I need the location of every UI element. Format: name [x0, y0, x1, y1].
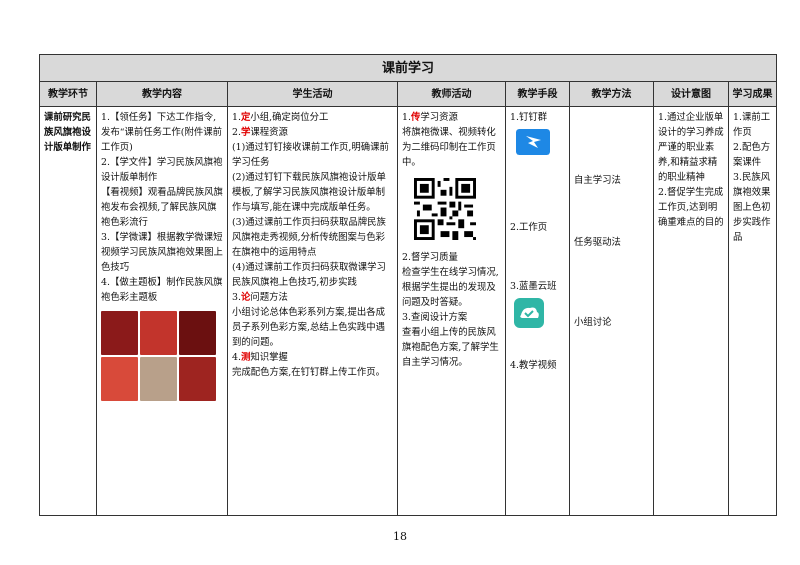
method-cell: 自主学习法 任务驱动法 小组讨论 — [569, 106, 654, 516]
page-number: 18 — [393, 530, 407, 543]
photo-tile — [140, 357, 177, 401]
teacher-text: 检查学生在线学习情况,根据学生提出的发现及问题及时答疑。 — [402, 267, 499, 308]
teacher-text: 学习资源 — [420, 112, 458, 123]
photo-collage — [101, 311, 216, 401]
photo-tile — [101, 311, 138, 355]
lesson-table: 课前学习 教学环节 教学内容 学生活动 教师活动 教学手段 教学方法 设计意图 … — [38, 54, 778, 516]
outcome-item: 2.配色方案课件 — [733, 142, 771, 168]
num: 2. — [232, 127, 241, 138]
student-text: (3)通过课前工作页扫码获取品牌民族风旗袍走秀视频,分析传统图案与色彩在旗袍中的… — [232, 217, 386, 258]
header-intent: 设计意图 — [653, 81, 729, 107]
outcome-item: 1.课前工作页 — [733, 112, 771, 138]
student-text: (1)通过钉钉接收课前工作页,明确课前学习任务 — [232, 142, 389, 168]
num: 3. — [232, 292, 241, 303]
header-outcome: 学习成果 — [727, 81, 778, 107]
outcome-item: 3.民族风旗袍效果图上色初步实践作品 — [733, 172, 771, 243]
stage-text: 课前研究民族风旗袍设计版单制作 — [44, 112, 91, 153]
teacher-text: 查看小组上传的民族风旗袍配色方案,了解学生自主学习情况。 — [402, 327, 499, 368]
teacher-cell: 1.传学习资源 将旗袍微课、视频转化为二维码印制在工作页中。 2.督学习质量 检… — [397, 106, 506, 516]
content-item: 2.【学文件】学习民族风旗袍设计版单制作 — [101, 157, 223, 183]
method-item: 任务驱动法 — [574, 237, 621, 248]
means-item: 3.蓝墨云班 — [510, 281, 557, 292]
header-means: 教学手段 — [505, 81, 570, 107]
student-cell: 1.定小组,确定岗位分工 2.学课程资源 (1)通过钉钉接收课前工作页,明确课前… — [227, 106, 398, 516]
header-teacher: 教师活动 — [397, 81, 506, 107]
keyword-mark: 传 — [410, 112, 421, 123]
student-text: (4)通过课前工作页扫码获取微课学习民族风旗袍上色技巧,初步实践 — [232, 262, 386, 288]
num: 4. — [232, 352, 241, 363]
method-item: 自主学习法 — [574, 175, 621, 186]
content-item: 【看视频】观看品牌民族风旗袍发布会视频,了解民族风旗袍色彩流行 — [101, 187, 223, 228]
student-text: 完成配色方案,在钉钉群上传工作页。 — [232, 367, 385, 378]
means-item: 1.钉钉群 — [510, 112, 548, 123]
intent-cell: 1.通过企业版单设计的学习养成严谨的职业素养,和精益求精的职业精神 2.督促学生… — [653, 106, 729, 516]
dingtalk-icon — [516, 129, 550, 155]
photo-tile — [101, 357, 138, 401]
stage-cell: 课前研究民族风旗袍设计版单制作 — [39, 106, 97, 516]
student-text: 小组讨论总体色彩系列方案,提出各成员子系列色彩方案,总结上色实践中遇到的问题。 — [232, 307, 385, 348]
teacher-text: 3.查阅设计方案 — [402, 312, 468, 323]
header-method: 教学方法 — [569, 81, 654, 107]
content-item: 4.【做主题板】制作民族风旗袍色彩主题板 — [101, 277, 223, 303]
header-student: 学生活动 — [227, 81, 398, 107]
content-item: 1.【领任务】下达工作指令,发布“课前任务工作(附件课前工作页) — [101, 112, 222, 153]
teacher-text: 2.督学习质量 — [402, 252, 458, 263]
keyword-mark: 论 — [240, 292, 251, 303]
num: 1. — [232, 112, 241, 123]
photo-tile — [179, 311, 216, 355]
student-text: 问题方法 — [250, 292, 288, 303]
mosoteach-icon — [514, 298, 544, 328]
means-item: 4.教学视频 — [510, 360, 557, 371]
student-text: 课程资源 — [250, 127, 288, 138]
keyword-mark: 学 — [240, 127, 251, 138]
teacher-text: 将旗袍微课、视频转化为二维码印制在工作页中。 — [402, 127, 496, 168]
photo-tile — [179, 357, 216, 401]
num: 1. — [402, 112, 411, 123]
intent-item: 1.通过企业版单设计的学习养成严谨的职业素养,和精益求精的职业精神 — [658, 112, 724, 183]
intent-item: 2.督促学生完成工作页,达到明确重难点的目的 — [658, 187, 724, 228]
means-item: 2.工作页 — [510, 222, 548, 233]
student-text: 知识掌握 — [250, 352, 288, 363]
method-item: 小组讨论 — [574, 317, 612, 328]
means-cell: 1.钉钉群 2.工作页 3.蓝墨云班 4.教学视频 — [505, 106, 570, 516]
student-text: 小组,确定岗位分工 — [250, 112, 329, 123]
content-cell: 1.【领任务】下达工作指令,发布“课前任务工作(附件课前工作页) 2.【学文件】… — [96, 106, 228, 516]
student-text: (2)通过钉钉下载民族风旗袍设计版单模板,了解学习民族风旗袍设计版单制作与填写,… — [232, 172, 386, 213]
header-content: 教学内容 — [96, 81, 228, 107]
keyword-mark: 定 — [240, 112, 251, 123]
outcome-cell: 1.课前工作页 2.配色方案课件 3.民族风旗袍效果图上色初步实践作品 — [727, 106, 778, 516]
section-title: 课前学习 — [38, 54, 778, 82]
header-stage: 教学环节 — [39, 81, 97, 107]
keyword-mark: 测 — [240, 352, 251, 363]
content-item: 3.【学微课】根据教学微课短视频学习民族风旗袍效果图上色技巧 — [101, 232, 223, 273]
photo-tile — [140, 311, 177, 355]
qr-code-icon — [414, 178, 476, 240]
